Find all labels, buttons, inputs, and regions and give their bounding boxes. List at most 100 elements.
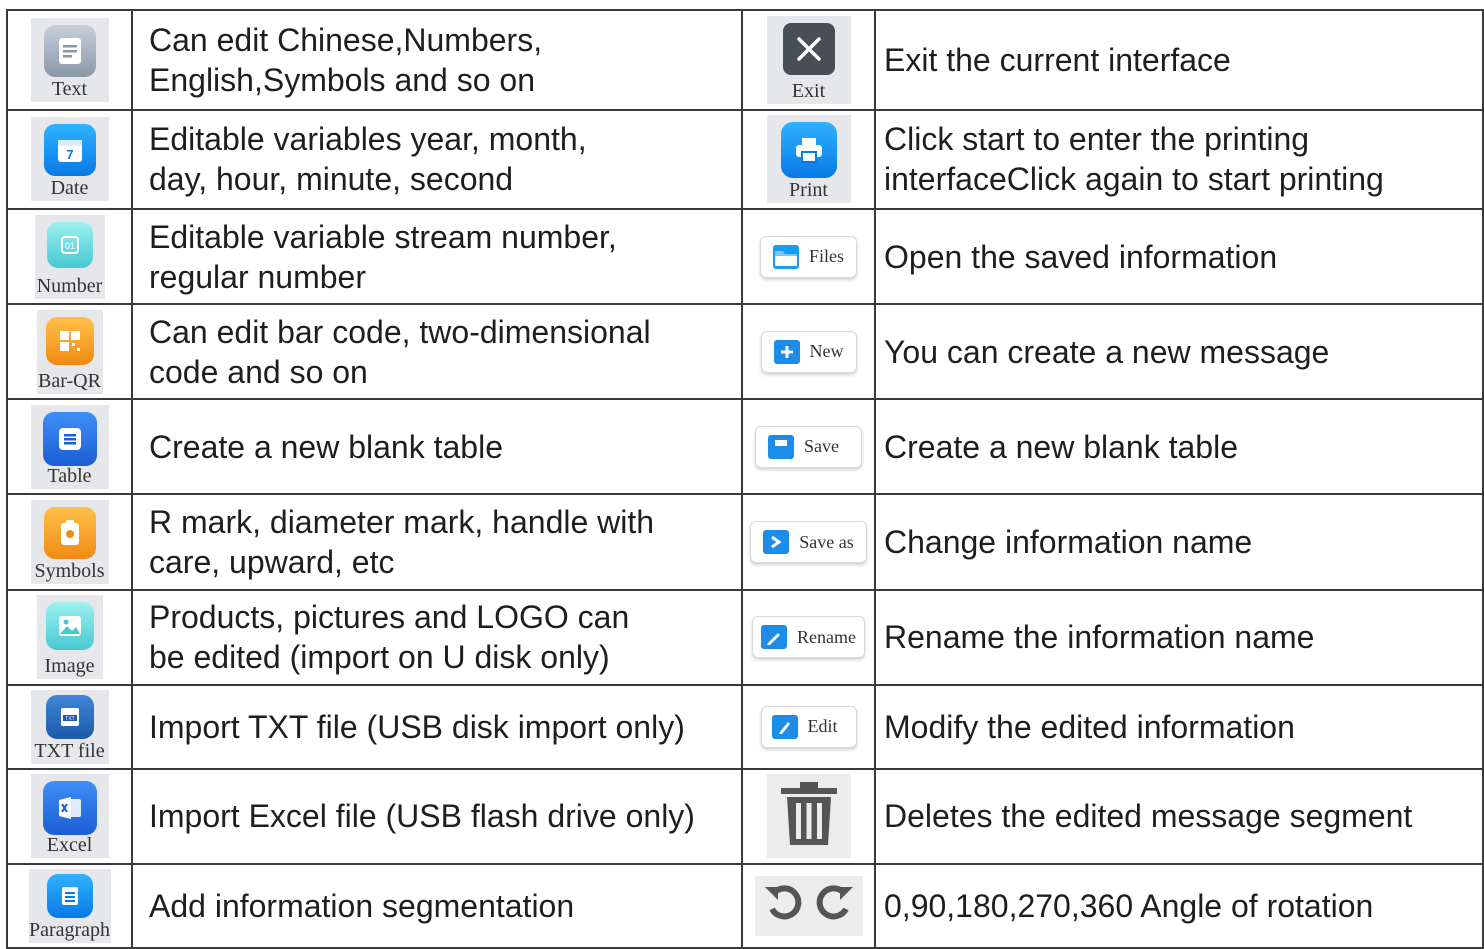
delete-button[interactable] — [766, 774, 851, 859]
txt-file-icon: TXT — [45, 694, 94, 739]
files-button-label: Files — [808, 246, 844, 267]
edit-button[interactable]: Edit — [760, 705, 857, 748]
bar-qr-description: Can edit bar code, two-dimensional code … — [149, 313, 651, 390]
description-cell: Products, pictures and LOGO can be edite… — [131, 588, 743, 686]
icon-cell: Image — [6, 588, 133, 686]
save-as-button[interactable]: Save as — [750, 521, 867, 564]
icon-cell: Files — [741, 208, 876, 306]
rename-button[interactable]: Rename — [752, 616, 865, 659]
bar-qr-button[interactable]: Bar-QR — [36, 309, 103, 394]
description-cell: Add information segmentation — [131, 862, 743, 949]
image-button[interactable]: Image — [36, 595, 103, 680]
new-button[interactable]: New — [760, 330, 857, 373]
date-button-label: Date — [50, 177, 89, 200]
rename-button-label: Rename — [797, 626, 856, 647]
icon-cell: Paragraph — [6, 862, 133, 949]
folder-icon — [772, 244, 799, 269]
description-cell: Open the saved information — [874, 208, 1484, 306]
edit-description: Modify the edited information — [884, 708, 1295, 745]
number-description: Editable variable stream number, regular… — [149, 218, 617, 295]
table-row: Image Products, pictures and LOGO can be… — [6, 588, 1484, 686]
image-icon — [45, 602, 94, 651]
number-icon: 01 — [46, 221, 93, 268]
table-row: Excel Import Excel file (USB flash drive… — [6, 767, 1484, 865]
description-cell: Import Excel file (USB flash drive only) — [131, 767, 743, 865]
icon-cell: Rename — [741, 588, 876, 686]
files-description: Open the saved information — [884, 238, 1278, 275]
symbols-button-label: Symbols — [34, 560, 105, 583]
rotate-right-icon — [812, 881, 856, 930]
exit-button-label: Exit — [791, 79, 826, 102]
excel-button-label: Excel — [46, 834, 93, 857]
edit-icon — [771, 714, 798, 739]
number-button-label: Number — [36, 274, 103, 297]
txt-file-button[interactable]: TXT TXT file — [30, 689, 109, 764]
txt-file-button-label: TXT file — [34, 739, 105, 762]
table-button-label: Table — [47, 464, 92, 487]
excel-icon — [42, 781, 97, 836]
image-description: Products, pictures and LOGO can be edite… — [149, 599, 630, 676]
print-description: Click start to enter the printing interf… — [884, 121, 1384, 198]
save-as-button-label: Save as — [799, 531, 854, 552]
description-cell: Editable variables year, month, day, hou… — [131, 108, 743, 211]
icon-cell: Bar-QR — [6, 303, 133, 401]
excel-description: Import Excel file (USB flash drive only) — [149, 798, 695, 835]
text-button[interactable]: Text — [30, 17, 109, 102]
paragraph-icon — [46, 873, 93, 918]
icon-cell — [741, 862, 876, 949]
print-button-label: Print — [789, 179, 828, 202]
icon-cell: Save — [741, 398, 876, 496]
description-cell: R mark, diameter mark, handle with care,… — [131, 493, 743, 591]
rotate-left-icon — [762, 881, 806, 930]
table-button[interactable]: Table — [30, 404, 109, 489]
rename-description: Rename the information name — [884, 619, 1315, 656]
printer-icon — [780, 122, 837, 179]
paragraph-button-label: Paragraph — [28, 918, 111, 941]
table-icon — [42, 411, 97, 466]
rotate-description: 0,90,180,270,360 Angle of rotation — [884, 887, 1374, 924]
table-row: 01 Number Editable variable stream numbe… — [6, 208, 1484, 306]
table-row: Bar-QR Can edit bar code, two-dimensiona… — [6, 303, 1484, 401]
description-cell: Create a new blank table — [874, 398, 1484, 496]
files-button[interactable]: Files — [759, 235, 857, 278]
description-cell: Exit the current interface — [874, 9, 1484, 111]
icon-cell: Text — [6, 9, 133, 111]
icon-cell: Edit — [741, 683, 876, 770]
paragraph-button[interactable]: Paragraph — [28, 868, 111, 943]
icon-cell: 7 Date — [6, 108, 133, 211]
trash-icon — [778, 781, 840, 852]
icon-cell: Excel — [6, 767, 133, 865]
table-row: Paragraph Add information segmentation 0… — [6, 862, 1484, 949]
description-cell: Import TXT file (USB disk import only) — [131, 683, 743, 770]
icon-cell: 01 Number — [6, 208, 133, 306]
rotate-button[interactable] — [754, 875, 863, 936]
svg-text:TXT: TXT — [65, 716, 74, 722]
rename-icon — [761, 625, 787, 650]
symbols-icon — [43, 507, 96, 560]
icon-cell: Print — [741, 108, 876, 211]
excel-button[interactable]: Excel — [30, 774, 109, 859]
icon-cell: Save as — [741, 493, 876, 591]
qr-code-icon — [45, 316, 94, 365]
description-cell: You can create a new message — [874, 303, 1484, 401]
description-cell: Rename the information name — [874, 588, 1484, 686]
description-cell: Change information name — [874, 493, 1484, 591]
icon-cell: Exit — [741, 9, 876, 111]
icon-cell: New — [741, 303, 876, 401]
number-button[interactable]: 01 Number — [34, 214, 105, 299]
date-description: Editable variables year, month, day, hou… — [149, 121, 587, 198]
symbols-button[interactable]: Symbols — [30, 500, 109, 585]
exit-button[interactable]: Exit — [766, 15, 851, 104]
save-as-icon — [763, 530, 790, 555]
print-button[interactable]: Print — [766, 115, 851, 204]
new-file-icon — [773, 339, 800, 364]
description-cell: Create a new blank table — [131, 398, 743, 496]
icon-cell: Table — [6, 398, 133, 496]
save-button[interactable]: Save — [755, 425, 862, 468]
txt-file-description: Import TXT file (USB disk import only) — [149, 708, 685, 745]
calendar-icon: 7 — [43, 124, 96, 177]
description-cell: Editable variable stream number, regular… — [131, 208, 743, 306]
table-row: Table Create a new blank table Save Crea… — [6, 398, 1484, 496]
svg-text:7: 7 — [66, 147, 73, 162]
date-button[interactable]: 7 Date — [30, 117, 109, 202]
